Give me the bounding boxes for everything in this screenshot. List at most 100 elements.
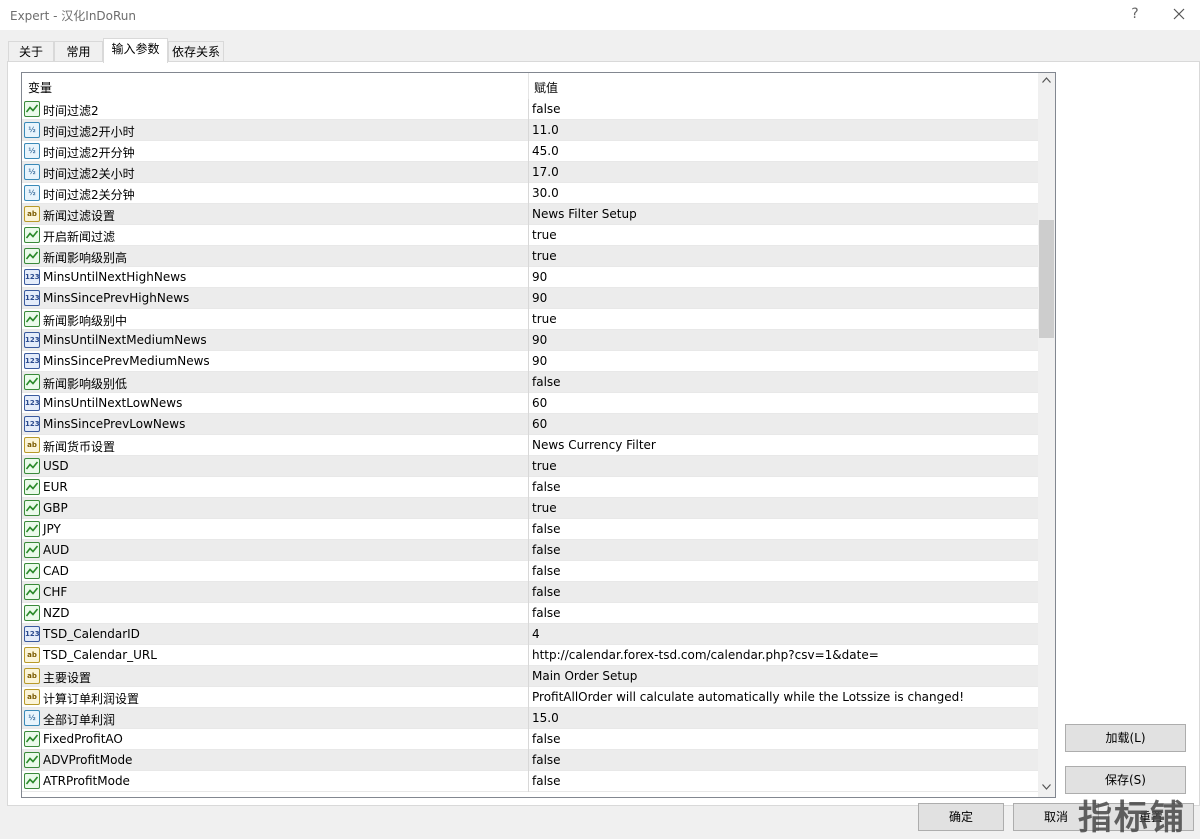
chevron-up-icon — [1042, 77, 1051, 83]
table-row[interactable]: CHF false — [22, 582, 1038, 603]
param-value[interactable]: 30.0 — [532, 186, 559, 200]
param-value[interactable]: 90 — [532, 291, 547, 305]
param-value[interactable]: false — [532, 543, 561, 557]
param-value[interactable]: News Filter Setup — [532, 207, 637, 221]
param-value[interactable]: false — [532, 522, 561, 536]
scroll-down-button[interactable] — [1038, 780, 1055, 797]
param-value[interactable]: false — [532, 102, 561, 116]
param-value[interactable]: News Currency Filter — [532, 438, 656, 452]
column-header-value[interactable]: 赋值 — [534, 79, 558, 96]
row-divider — [528, 183, 529, 204]
param-value[interactable]: false — [532, 774, 561, 788]
param-value[interactable]: 11.0 — [532, 123, 559, 137]
param-name: 时间过滤2关分钟 — [43, 188, 135, 202]
param-value[interactable]: http://calendar.forex-tsd.com/calendar.p… — [532, 648, 879, 662]
column-divider[interactable] — [528, 73, 529, 99]
table-row[interactable]: 123 MinsUntilNextMediumNews 90 — [22, 330, 1038, 351]
table-row[interactable]: 新闻影响级别低 false — [22, 372, 1038, 393]
row-divider — [528, 687, 529, 708]
table-row[interactable]: JPY false — [22, 519, 1038, 540]
table-row[interactable]: 开启新闻过滤 true — [22, 225, 1038, 246]
table-row[interactable]: 123 MinsSincePrevHighNews 90 — [22, 288, 1038, 309]
param-value[interactable]: 4 — [532, 627, 540, 641]
param-value[interactable]: false — [532, 564, 561, 578]
row-divider — [528, 351, 529, 372]
param-value[interactable]: 90 — [532, 354, 547, 368]
boolean-icon — [24, 500, 40, 516]
tab-common[interactable]: 常用 — [54, 41, 103, 63]
window-title: Expert - 汉化InDoRun — [10, 9, 137, 23]
row-divider — [528, 372, 529, 393]
load-button[interactable]: 加载(L) — [1065, 724, 1186, 752]
table-row[interactable]: ½ 时间过滤2关分钟 30.0 — [22, 183, 1038, 204]
param-value[interactable]: false — [532, 480, 561, 494]
param-value[interactable]: 15.0 — [532, 711, 559, 725]
table-row[interactable]: 时间过滤2 false — [22, 99, 1038, 120]
ok-button[interactable]: 确定 — [918, 803, 1004, 831]
table-row[interactable]: ADVProfitMode false — [22, 750, 1038, 771]
table-row[interactable]: AUD false — [22, 540, 1038, 561]
param-value[interactable]: 90 — [532, 270, 547, 284]
param-value[interactable]: ProfitAllOrder will calculate automatica… — [532, 690, 964, 704]
boolean-icon — [24, 311, 40, 327]
param-value[interactable]: true — [532, 228, 557, 242]
param-value[interactable]: 60 — [532, 417, 547, 431]
help-button[interactable]: ? — [1126, 4, 1144, 24]
param-name: MinsSincePrevMediumNews — [43, 354, 210, 368]
parameters-grid[interactable]: 变量 赋值 时间过滤2 false ½ 时间过滤2开小时 11.0 ½ 时间过滤2开分钟 45… — [21, 72, 1056, 798]
row-divider — [528, 540, 529, 561]
tab-about[interactable]: 关于 — [8, 41, 54, 63]
table-row[interactable]: NZD false — [22, 603, 1038, 624]
param-value[interactable]: true — [532, 249, 557, 263]
table-row[interactable]: USD true — [22, 456, 1038, 477]
table-row[interactable]: 123 MinsSincePrevMediumNews 90 — [22, 351, 1038, 372]
table-row[interactable]: ATRProfitMode false — [22, 771, 1038, 792]
table-row[interactable]: 新闻影响级别高 true — [22, 246, 1038, 267]
table-row[interactable]: 新闻影响级别中 true — [22, 309, 1038, 330]
table-row[interactable]: ab 计算订单利润设置 ProfitAllOrder will calculate… — [22, 687, 1038, 708]
table-row[interactable]: 123 MinsUntilNextLowNews 60 — [22, 393, 1038, 414]
table-row[interactable]: GBP true — [22, 498, 1038, 519]
column-header-variable[interactable]: 变量 — [28, 79, 52, 96]
watermark-logo: 指标铺 — [1078, 798, 1186, 838]
scroll-up-button[interactable] — [1038, 73, 1055, 90]
param-value[interactable]: false — [532, 375, 561, 389]
table-row[interactable]: ab TSD_Calendar_URL http://calendar.forex-… — [22, 645, 1038, 666]
param-value[interactable]: 17.0 — [532, 165, 559, 179]
param-value[interactable]: false — [532, 732, 561, 746]
row-divider — [528, 666, 529, 687]
tab-dependencies[interactable]: 依存关系 — [168, 41, 224, 63]
table-row[interactable]: 123 TSD_CalendarID 4 — [22, 624, 1038, 645]
param-value[interactable]: 60 — [532, 396, 547, 410]
row-divider — [528, 519, 529, 540]
table-row[interactable]: 123 MinsSincePrevLowNews 60 — [22, 414, 1038, 435]
row-divider — [528, 477, 529, 498]
param-value[interactable]: true — [532, 312, 557, 326]
table-row[interactable]: ½ 全部订单利润 15.0 — [22, 708, 1038, 729]
boolean-icon — [24, 101, 40, 117]
param-value[interactable]: true — [532, 501, 557, 515]
close-button[interactable] — [1168, 3, 1190, 25]
param-value[interactable]: 45.0 — [532, 144, 559, 158]
vertical-scrollbar[interactable] — [1038, 73, 1055, 797]
boolean-icon — [24, 227, 40, 243]
table-row[interactable]: CAD false — [22, 561, 1038, 582]
param-value[interactable]: 90 — [532, 333, 547, 347]
tab-inputs[interactable]: 输入参数 — [103, 38, 168, 63]
table-row[interactable]: 123 MinsUntilNextHighNews 90 — [22, 267, 1038, 288]
row-divider — [528, 498, 529, 519]
scrollbar-thumb[interactable] — [1039, 220, 1054, 338]
param-value[interactable]: false — [532, 585, 561, 599]
table-row[interactable]: ½ 时间过滤2开小时 11.0 — [22, 120, 1038, 141]
param-value[interactable]: false — [532, 606, 561, 620]
table-row[interactable]: EUR false — [22, 477, 1038, 498]
table-row[interactable]: ½ 时间过滤2关小时 17.0 — [22, 162, 1038, 183]
table-row[interactable]: ½ 时间过滤2开分钟 45.0 — [22, 141, 1038, 162]
table-row[interactable]: ab 新闻过滤设置 News Filter Setup — [22, 204, 1038, 225]
param-value[interactable]: false — [532, 753, 561, 767]
table-row[interactable]: ab 新闻货币设置 News Currency Filter — [22, 435, 1038, 456]
table-row[interactable]: FixedProfitAO false — [22, 729, 1038, 750]
param-value[interactable]: true — [532, 459, 557, 473]
table-row[interactable]: ab 主要设置 Main Order Setup — [22, 666, 1038, 687]
param-value[interactable]: Main Order Setup — [532, 669, 637, 683]
